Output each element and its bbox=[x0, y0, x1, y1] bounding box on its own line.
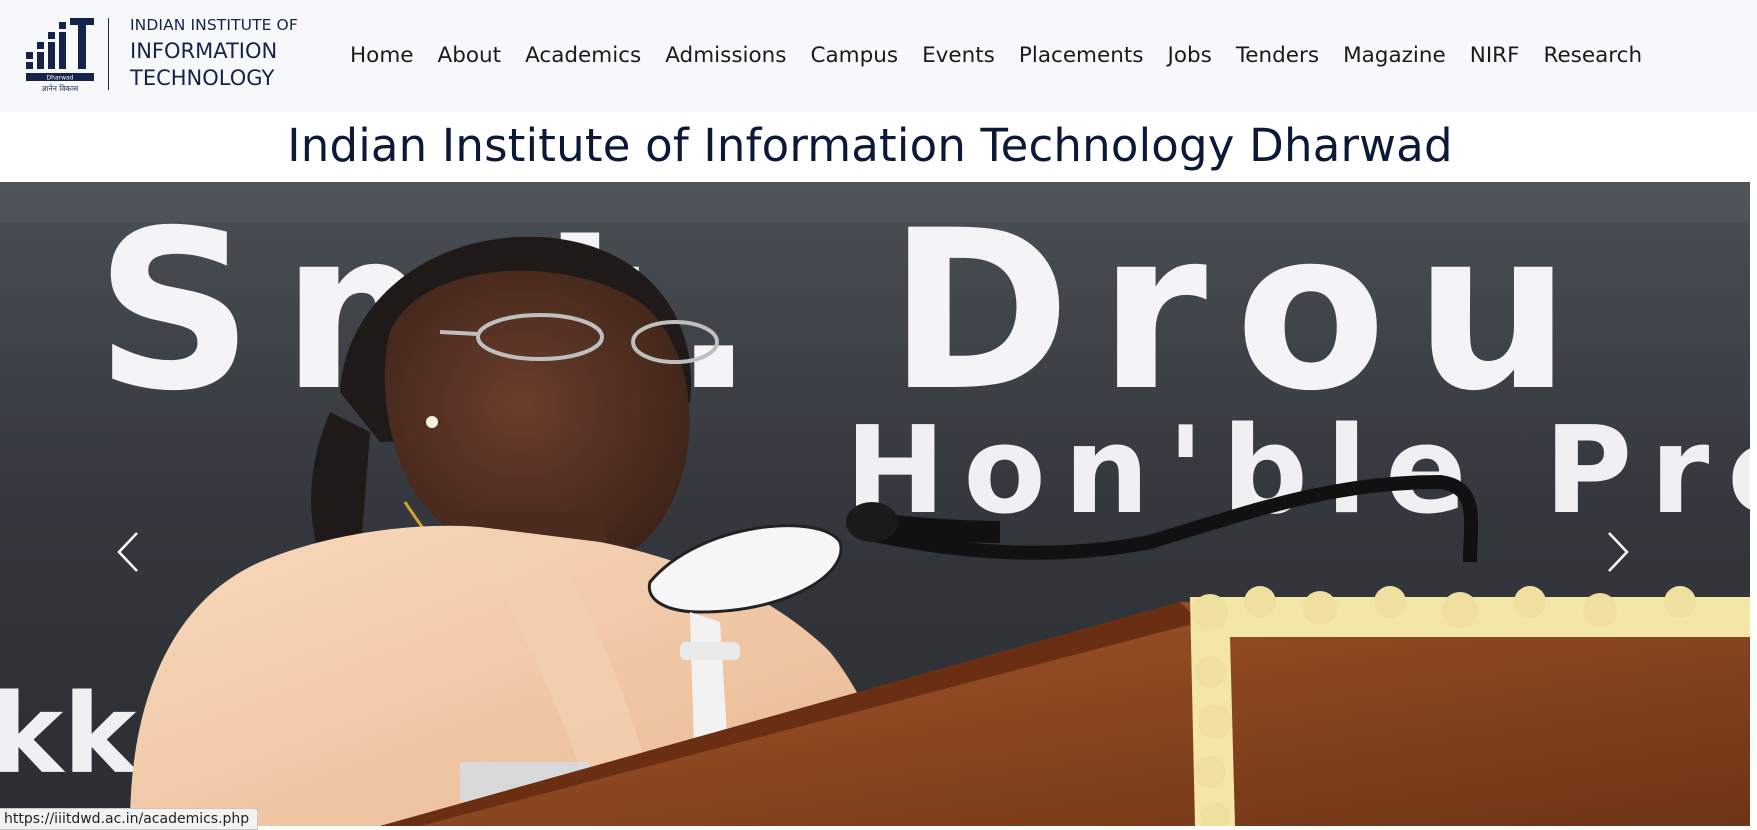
iiit-logo-icon: Dharwad ज्ञानेन विकास bbox=[26, 18, 94, 93]
logo-divider bbox=[108, 18, 109, 90]
nav-item-tenders[interactable]: Tenders bbox=[1224, 38, 1331, 74]
nav-item-magazine[interactable]: Magazine bbox=[1331, 38, 1458, 74]
carousel-prev-button[interactable] bbox=[103, 527, 153, 577]
site-logo[interactable]: Dharwad ज्ञानेन विकास INDIAN INSTITUTE O… bbox=[24, 16, 306, 94]
logo-mark-tagline: ज्ञानेन विकास bbox=[42, 84, 79, 93]
title-band: Indian Institute of Information Technolo… bbox=[0, 112, 1757, 182]
nav-item-nirf[interactable]: NIRF bbox=[1458, 38, 1532, 74]
nav-item-about[interactable]: About bbox=[426, 38, 514, 74]
banner-text-fragment: kk bbox=[0, 670, 139, 798]
nav-item-placements[interactable]: Placements bbox=[1007, 38, 1156, 74]
page-title: Indian Institute of Information Technolo… bbox=[287, 119, 1453, 172]
banner-text-line-2: Hon'ble Pre bbox=[845, 402, 1750, 541]
nav-item-jobs[interactable]: Jobs bbox=[1155, 38, 1223, 74]
hero-carousel: Smt. Drou Hon'ble Pre kk bbox=[0, 182, 1750, 826]
nav-item-home[interactable]: Home bbox=[338, 38, 426, 74]
nav-item-academics[interactable]: Academics bbox=[513, 38, 653, 74]
chevron-right-icon bbox=[1608, 532, 1629, 572]
nav-item-campus[interactable]: Campus bbox=[798, 38, 910, 74]
nav-item-admissions[interactable]: Admissions bbox=[653, 38, 798, 74]
logo-line-2: INFORMATION bbox=[130, 39, 278, 63]
carousel-next-button[interactable] bbox=[1593, 527, 1643, 577]
logo-line-1: INDIAN INSTITUTE OF bbox=[130, 16, 298, 34]
logo-wordmark: INDIAN INSTITUTE OF INFORMATION TECHNOLO… bbox=[130, 16, 310, 92]
nav-item-events[interactable]: Events bbox=[910, 38, 1007, 74]
logo-line-3: TECHNOLOGY bbox=[130, 66, 275, 90]
banner-text-line-1: Smt. Drou bbox=[95, 183, 1599, 439]
site-header: Dharwad ज्ञानेन विकास INDIAN INSTITUTE O… bbox=[0, 0, 1757, 112]
nav-item-research[interactable]: Research bbox=[1531, 38, 1654, 74]
carousel-slide-image: Smt. Drou Hon'ble Pre kk bbox=[0, 182, 1750, 826]
chevron-left-icon bbox=[117, 532, 138, 572]
browser-status-url: https://iiitdwd.ac.in/academics.php bbox=[0, 808, 259, 830]
page-edge bbox=[1750, 182, 1757, 826]
main-nav-list: Home About Academics Admissions Campus E… bbox=[338, 38, 1654, 74]
logo-mark-caption: Dharwad bbox=[47, 75, 74, 82]
